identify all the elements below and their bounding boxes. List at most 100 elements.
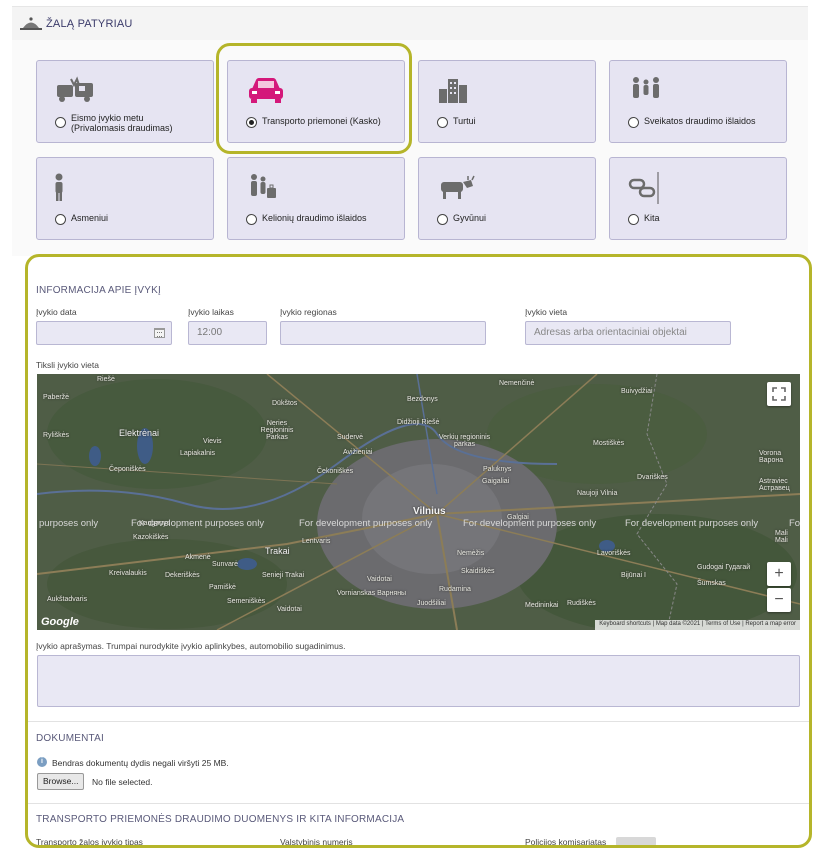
map-place: Avižieniai xyxy=(343,449,373,456)
card-animal[interactable]: Gyvūnui xyxy=(418,157,596,240)
date-label: Įvykio data xyxy=(36,307,77,317)
map-place: Vornianskas Варняны xyxy=(337,590,407,597)
map-place: Rudiškės xyxy=(567,600,596,607)
report-error-link[interactable]: Report a map error xyxy=(745,621,796,627)
fullscreen-icon xyxy=(772,387,786,401)
map-place: Paberžė xyxy=(43,394,70,401)
documents-size-note: Bendras dokumentų dydis negali viršyti 2… xyxy=(52,758,229,768)
card-health[interactable]: Sveikatos draudimo išlaidos xyxy=(609,60,787,143)
card-label: Sveikatos draudimo išlaidos xyxy=(644,116,756,126)
time-field[interactable]: 12:00 xyxy=(188,321,267,345)
buildings-icon xyxy=(439,79,467,103)
card-label: Turtui xyxy=(453,116,476,126)
map-place: Lentvaris xyxy=(302,538,331,545)
radio-vehicle-kasko[interactable] xyxy=(246,117,257,128)
map-place: Vorona Варона xyxy=(759,450,784,464)
keyboard-shortcuts-link[interactable]: Keyboard shortcuts xyxy=(599,621,651,627)
radio-other[interactable] xyxy=(628,214,639,225)
fullscreen-button[interactable] xyxy=(767,382,791,406)
map-footer: Keyboard shortcuts | Map data ©2021 | Te… xyxy=(595,620,800,630)
map-dev-watermark: For development purposes only xyxy=(463,518,597,529)
card-label: Transporto priemonei (Kasko) xyxy=(262,116,381,126)
radio-person[interactable] xyxy=(55,214,66,225)
card-label: Asmeniui xyxy=(71,213,109,223)
browse-button[interactable]: Browse... xyxy=(37,773,85,790)
map-place: Aukštadvaris xyxy=(47,596,88,603)
card-person[interactable]: Asmeniui xyxy=(36,157,214,240)
map-place: Kazokiškės xyxy=(133,534,169,541)
place-placeholder: Adresas arba orientaciniai objektai xyxy=(534,327,687,338)
radio-health[interactable] xyxy=(628,117,639,128)
map-place: Naujoji Vilnia xyxy=(577,490,618,497)
card-vehicle-kasko[interactable]: Transporto priemonei (Kasko) xyxy=(227,60,405,143)
map-place: Dūkštos xyxy=(272,400,298,407)
map-data-text: Map data ©2021 xyxy=(655,621,701,627)
map-place: Mostiškės xyxy=(593,440,625,447)
map-place: Nemėžis xyxy=(457,550,485,557)
family-icon xyxy=(633,77,659,98)
map-place: Medininkai xyxy=(525,602,559,609)
place-label: Įvykio vieta xyxy=(525,307,568,317)
map-place: Bezdonys xyxy=(407,396,438,403)
map-place: Bijūnai I xyxy=(621,572,646,579)
person-icon xyxy=(55,173,63,201)
map-place: Čekoniškės xyxy=(317,468,354,475)
time-label: Įvykio laikas xyxy=(188,307,234,317)
card-label: Kelionių draudimo išlaidos xyxy=(262,213,367,223)
map-place: Vievis xyxy=(203,438,222,445)
card-property[interactable]: Turtui xyxy=(418,60,596,143)
map-dev-watermark: For development purposes only xyxy=(299,518,433,529)
link-icon xyxy=(628,172,659,204)
zoom-out-button[interactable]: − xyxy=(767,588,791,612)
map-place: Verkių regioninis parkas xyxy=(438,434,491,448)
info-icon: i xyxy=(37,757,47,767)
divider xyxy=(28,721,809,722)
claim-form: INFORMACIJA APIE ĮVYKĮ Įvykio data Įvyki… xyxy=(25,254,812,848)
claim-page: ŽALĄ PATYRIAU Eismo įvykio metu (Privalo… xyxy=(0,0,814,852)
card-travel[interactable]: Kelionių draudimo išlaidos xyxy=(227,157,405,240)
zoom-in-button[interactable]: + xyxy=(767,562,791,586)
card-traffic-accident[interactable]: Eismo įvykio metu (Privalomasis draudima… xyxy=(36,60,214,143)
place-field[interactable]: Adresas arba orientaciniai objektai xyxy=(525,321,731,345)
region-field[interactable] xyxy=(280,321,486,345)
map-place: Juodšiliai xyxy=(417,600,446,607)
map-place: Sunvarė xyxy=(212,561,239,568)
description-textarea[interactable] xyxy=(37,655,800,707)
map-place: Astraviec Астравец xyxy=(759,478,790,492)
card-label: Eismo įvykio metu (Privalomasis draudima… xyxy=(71,113,173,133)
car-crash-icon xyxy=(57,76,93,102)
documents-section-title: DOKUMENTAI xyxy=(36,733,104,744)
map-place: Neries Regioninis Parkas xyxy=(260,420,294,441)
map-dev-watermark: For development purposes only xyxy=(131,518,265,529)
card-label: Gyvūnui xyxy=(453,213,487,223)
map-background xyxy=(37,374,800,630)
service-bell-icon xyxy=(20,17,42,30)
radio-property[interactable] xyxy=(437,117,448,128)
radio-animal[interactable] xyxy=(437,214,448,225)
required-badge xyxy=(616,837,656,845)
date-field[interactable] xyxy=(36,321,172,345)
exact-place-label: Tiksli įvykio vieta xyxy=(36,360,99,370)
radio-traffic-accident[interactable] xyxy=(55,117,66,128)
calendar-icon[interactable] xyxy=(154,328,165,338)
divider xyxy=(28,803,809,804)
map-place: Pamiškė xyxy=(209,584,236,591)
page-header: ŽALĄ PATYRIAU xyxy=(12,6,808,40)
map-dev-watermark: Fo xyxy=(789,518,800,529)
card-other[interactable]: Kita xyxy=(609,157,787,240)
map-place: Sudervė xyxy=(337,434,364,441)
map-city-label: Vilnius xyxy=(413,506,446,517)
map-place: Čeponiškės xyxy=(109,466,146,473)
map-dev-watermark: purposes only xyxy=(39,518,99,529)
damage-type-label: Transporto žalos įvykio tipas xyxy=(36,837,143,847)
terms-link[interactable]: Terms of Use xyxy=(705,621,740,627)
map-place: Paluknys xyxy=(483,466,512,473)
claim-type-selector: Eismo įvykio metu (Privalomasis draudima… xyxy=(12,40,808,256)
vehicle-section-title: TRANSPORTO PRIEMONĖS DRAUDIMO DUOMENYS I… xyxy=(36,814,405,825)
map-place: Dekeriškės xyxy=(165,572,200,579)
radio-travel[interactable] xyxy=(246,214,257,225)
map-place: Senieji Trakai xyxy=(262,572,305,579)
police-label: Policijos komisariatas xyxy=(525,837,607,847)
map-place: Buivydžiai xyxy=(621,388,653,395)
incident-map[interactable]: Riešė Dūkštos Bezdonys Nemenčinė Buivydž… xyxy=(37,374,800,630)
